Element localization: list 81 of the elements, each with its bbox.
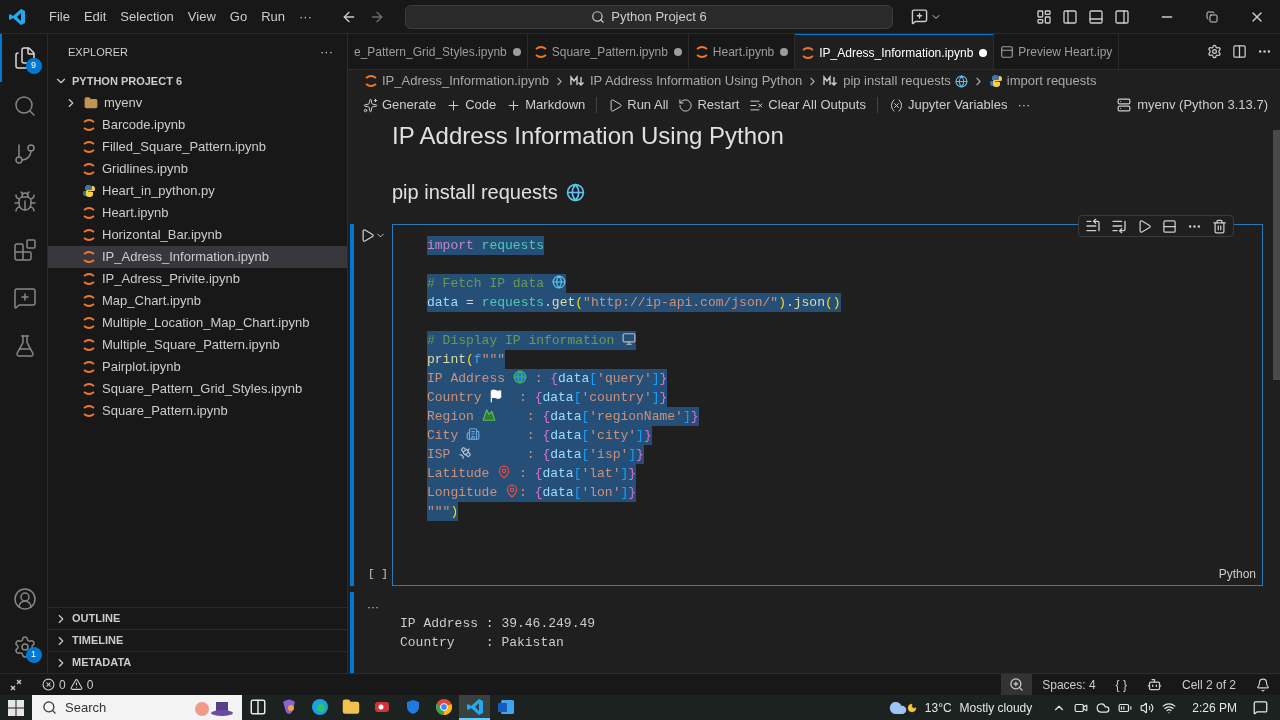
- explorer-tree-row[interactable]: Barcode.ipynb: [48, 114, 347, 136]
- toolbar-button[interactable]: Generate: [358, 94, 442, 116]
- explorer-tree-row[interactable]: IP_Adress_Privite.ipynb: [48, 268, 347, 290]
- file-name: Map_Chart.ipynb: [102, 292, 201, 311]
- toolbar-button[interactable]: Code: [441, 94, 502, 116]
- status-item[interactable]: { }: [1105, 675, 1137, 694]
- markdown-subheading: pip install requests: [392, 180, 558, 205]
- status-item[interactable]: Cell 2 of 2: [1171, 675, 1246, 694]
- toolbar-button[interactable]: Restart: [673, 94, 745, 116]
- weather-text: Mostly cloudy: [959, 699, 1033, 717]
- section-header[interactable]: TIMELINE: [48, 629, 347, 651]
- explorer-tree-row[interactable]: Filled_Square_Pattern.ipynb: [48, 136, 347, 158]
- section-header[interactable]: OUTLINE: [48, 607, 347, 629]
- cell-language: Python: [1218, 566, 1256, 583]
- menu-item[interactable]: Run: [254, 4, 292, 29]
- file-name: Horizontal_Bar.ipynb: [102, 226, 222, 245]
- toolbar-button[interactable]: ···: [1012, 94, 1036, 116]
- panel-title: EXPLORER: [68, 44, 128, 60]
- explorer-tree-row[interactable]: Square_Pattern.ipynb: [48, 400, 347, 422]
- file-name: myenv: [104, 94, 143, 113]
- menu-item[interactable]: Selection: [113, 4, 181, 29]
- toolbar-button[interactable]: Run All: [603, 94, 674, 116]
- menu-item[interactable]: Edit: [76, 4, 114, 29]
- status-item[interactable]: Spaces: 4: [1032, 675, 1106, 694]
- file-name: Barcode.ipynb: [102, 116, 186, 135]
- notification-badge: 9: [25, 58, 42, 74]
- file-name: IP_Adress_Privite.ipynb: [102, 270, 240, 289]
- menu-item[interactable]: ···: [292, 4, 319, 29]
- file-name: Pairplot.ipynb: [102, 358, 181, 377]
- explorer-tree-row[interactable]: Square_Pattern_Grid_Styles.ipynb: [48, 378, 347, 400]
- output-line: IP Address : 39.46.249.49: [400, 615, 596, 633]
- explorer-tree-row[interactable]: Pairplot.ipynb: [48, 356, 347, 378]
- file-name: Filled_Square_Pattern.ipynb: [102, 138, 267, 157]
- editor-tab[interactable]: IP_Adress_Information.ipynb: [795, 34, 995, 69]
- command-search-field[interactable]: Python Project 6: [405, 4, 893, 29]
- execution-count: [ ]: [368, 566, 388, 582]
- warning-count[interactable]: 0: [86, 675, 94, 694]
- breadcrumb-item[interactable]: IP_Adress_Information.ipynb: [382, 71, 549, 91]
- clock-time[interactable]: 2:26 PM: [1192, 698, 1237, 717]
- breadcrumb-item[interactable]: import requests: [1006, 71, 1097, 91]
- explorer-tree-row[interactable]: Map_Chart.ipynb: [48, 290, 347, 312]
- explorer-tree-row[interactable]: Multiple_Square_Pattern.ipynb: [48, 334, 347, 356]
- explorer-tree-row[interactable]: Multiple_Location_Map_Chart.ipynb: [48, 312, 347, 334]
- explorer-tree-row[interactable]: Heart_in_python.py: [48, 180, 347, 202]
- editor-tab[interactable]: Preview Heart.ipy: [994, 34, 1120, 69]
- explorer-tree-row[interactable]: myenv: [48, 92, 347, 114]
- more-button[interactable]: ···: [320, 42, 333, 62]
- kernel-picker[interactable]: myenv (Python 3.13.7): [1117, 95, 1268, 115]
- output-more[interactable]: ···: [367, 598, 379, 673]
- file-name: Square_Pattern.ipynb: [102, 402, 228, 421]
- explorer-tree-row[interactable]: Horizontal_Bar.ipynb: [48, 224, 347, 246]
- explorer-tree-row[interactable]: IP_Adress_Information.ipynb: [48, 246, 347, 268]
- file-name: Multiple_Location_Map_Chart.ipynb: [102, 314, 310, 333]
- project-header[interactable]: PYTHON PROJECT 6: [48, 70, 347, 92]
- activity-button[interactable]: 1: [0, 623, 48, 671]
- taskbar-search-field[interactable]: Search: [32, 695, 242, 720]
- explorer-tree-row[interactable]: Gridlines.ipynb: [48, 158, 347, 180]
- menu-item[interactable]: File: [42, 4, 77, 29]
- output-line: Country : Pakistan: [400, 634, 565, 652]
- file-name: IP_Adress_Information.ipynb: [102, 248, 269, 267]
- menu-item[interactable]: Go: [222, 4, 255, 29]
- toolbar-button[interactable]: Jupyter Variables: [883, 94, 1013, 116]
- markdown-heading: IP Address Information Using Python: [391, 121, 785, 151]
- notification-badge: 1: [25, 647, 42, 663]
- toolbar-button[interactable]: Clear All Outputs: [744, 94, 871, 116]
- explorer-tree-row[interactable]: Heart.ipynb: [48, 202, 347, 224]
- menu-item[interactable]: View: [180, 4, 223, 29]
- breadcrumb-item[interactable]: IP Address Information Using Python: [589, 71, 803, 91]
- file-name: Heart_in_python.py: [102, 182, 215, 201]
- temperature: 13°C: [924, 699, 952, 717]
- file-name: Heart.ipynb: [102, 204, 169, 223]
- search-text: Python Project 6: [611, 7, 707, 26]
- file-name: Multiple_Square_Pattern.ipynb: [102, 336, 280, 355]
- toolbar-button[interactable]: Markdown: [501, 94, 591, 116]
- file-name: Gridlines.ipynb: [102, 160, 188, 179]
- error-count[interactable]: 0: [59, 675, 66, 694]
- editor-tab[interactable]: e_Pattern_Grid_Styles.ipynb: [348, 34, 528, 69]
- editor-tab[interactable]: Square_Pattern.ipynb: [527, 34, 689, 69]
- breadcrumb-item[interactable]: pip install requests: [843, 71, 951, 91]
- search-placeholder: Search: [65, 698, 107, 717]
- file-name: Square_Pattern_Grid_Styles.ipynb: [102, 380, 303, 399]
